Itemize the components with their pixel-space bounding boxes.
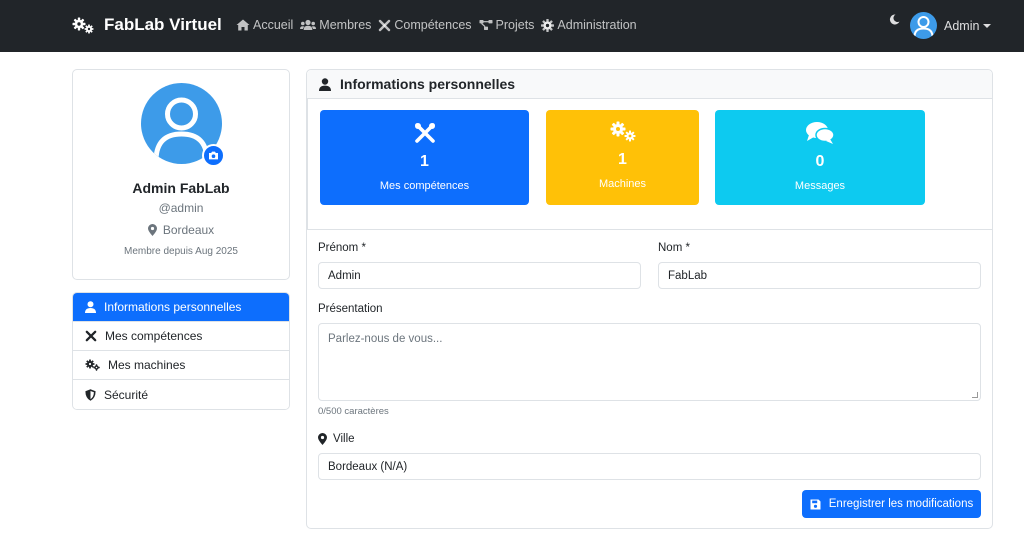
save-icon: [810, 499, 821, 509]
stat-value: 1: [420, 153, 429, 170]
menu-item-label: Mes compétences: [105, 329, 203, 343]
save-button[interactable]: Enregistrer les modifications: [802, 490, 981, 518]
profile-city-label: Bordeaux: [162, 223, 215, 237]
presentation-placeholder: Parlez-nous de vous...: [328, 333, 443, 345]
camera-icon: [209, 151, 218, 160]
user-avatar-icon: [913, 16, 934, 37]
map-marker-icon: [147, 224, 157, 236]
presentation-textarea[interactable]: Parlez-nous de vous...: [318, 323, 981, 401]
stat-value: 1: [618, 151, 627, 168]
ville-input[interactable]: Bordeaux (N/A): [318, 453, 981, 480]
profile-city: Bordeaux: [73, 223, 289, 237]
nav-link-label: Accueil: [253, 18, 294, 32]
project-diagram-icon: [479, 20, 493, 30]
top-navbar: FabLab Virtuel Accueil Membres Compétenc…: [0, 0, 1024, 52]
change-photo-button[interactable]: [202, 144, 225, 167]
nav-link-label: Compétences: [394, 18, 472, 32]
stats-panel: 1 Mes compétences 1 Machines 0 Messages: [307, 99, 993, 230]
home-icon: [236, 19, 250, 31]
tools-icon: [85, 330, 97, 342]
stat-label: Mes compétences: [379, 180, 470, 192]
menu-item-machines[interactable]: Mes machines: [73, 351, 289, 380]
gears-icon: [85, 359, 100, 371]
stat-card-competences[interactable]: 1 Mes compétences: [320, 110, 529, 205]
nom-label: Nom *: [658, 242, 690, 254]
tools-icon: [414, 123, 435, 143]
nav-link-membres[interactable]: Membres: [300, 18, 371, 32]
caret-down-icon: [983, 23, 992, 28]
user-icon: [319, 77, 331, 91]
nav-link-label: Projets: [495, 18, 535, 32]
shield-icon: [85, 388, 96, 401]
map-marker-icon: [318, 433, 327, 445]
prenom-input[interactable]: Admin: [318, 262, 641, 289]
brand-link[interactable]: FabLab Virtuel: [72, 15, 222, 35]
nav-link-administration[interactable]: Administration: [541, 18, 637, 32]
menu-item-label: Informations personnelles: [104, 300, 242, 314]
user-icon: [85, 301, 96, 313]
gears-icon: [72, 17, 94, 33]
gears-icon: [610, 121, 635, 142]
page-title: Informations personnelles: [340, 76, 516, 92]
menu-item-securite[interactable]: Sécurité: [73, 380, 289, 409]
nav-link-competences[interactable]: Compétences: [378, 18, 472, 32]
menu-item-label: Mes machines: [108, 358, 186, 372]
nav-link-label: Administration: [557, 18, 637, 32]
theme-toggle[interactable]: [889, 14, 900, 28]
stat-label: Machines: [598, 178, 647, 190]
profile-side-menu: Informations personnelles Mes compétence…: [72, 292, 290, 410]
ville-label: Ville: [333, 433, 355, 445]
save-button-label: Enregistrer les modifications: [828, 498, 974, 510]
stat-card-machines[interactable]: 1 Machines: [546, 110, 699, 205]
profile-name: Admin FabLab: [132, 180, 230, 196]
profile-username: @admin: [158, 201, 204, 215]
nav-link-projets[interactable]: Projets: [479, 18, 535, 32]
nav-link-accueil[interactable]: Accueil: [236, 18, 293, 32]
user-menu-dropdown[interactable]: Admin: [910, 12, 992, 39]
stat-value: 0: [815, 153, 825, 170]
gear-icon: [541, 18, 555, 32]
profile-card: Admin FabLab @admin Bordeaux Membre depu…: [72, 69, 290, 280]
nom-input[interactable]: FabLab: [658, 262, 981, 289]
avatar: [910, 12, 937, 39]
menu-item-competences[interactable]: Mes compétences: [73, 322, 289, 351]
prenom-label: Prénom *: [318, 242, 366, 254]
resize-handle[interactable]: [972, 392, 978, 398]
comments-icon: [806, 122, 835, 144]
brand-title: FabLab Virtuel: [104, 15, 222, 34]
card-header: Informations personnelles: [307, 70, 992, 99]
menu-item-label: Sécurité: [104, 387, 149, 402]
member-since: Membre depuis Aug 2025: [124, 246, 238, 257]
ville-label-group: Ville: [318, 433, 355, 445]
moon-icon: [889, 14, 900, 25]
char-counter: 0/500 caractères: [318, 406, 389, 417]
nav-link-label: Membres: [319, 18, 372, 32]
stat-label: Messages: [794, 180, 846, 192]
nav-links: Accueil Membres Compétences Projets Admi…: [236, 18, 644, 32]
user-menu-label: Admin: [944, 18, 980, 33]
stat-card-messages[interactable]: 0 Messages: [715, 110, 925, 205]
users-icon: [300, 19, 317, 30]
presentation-label: Présentation: [318, 303, 383, 315]
menu-item-informations[interactable]: Informations personnelles: [73, 293, 289, 322]
tools-icon: [379, 19, 391, 31]
